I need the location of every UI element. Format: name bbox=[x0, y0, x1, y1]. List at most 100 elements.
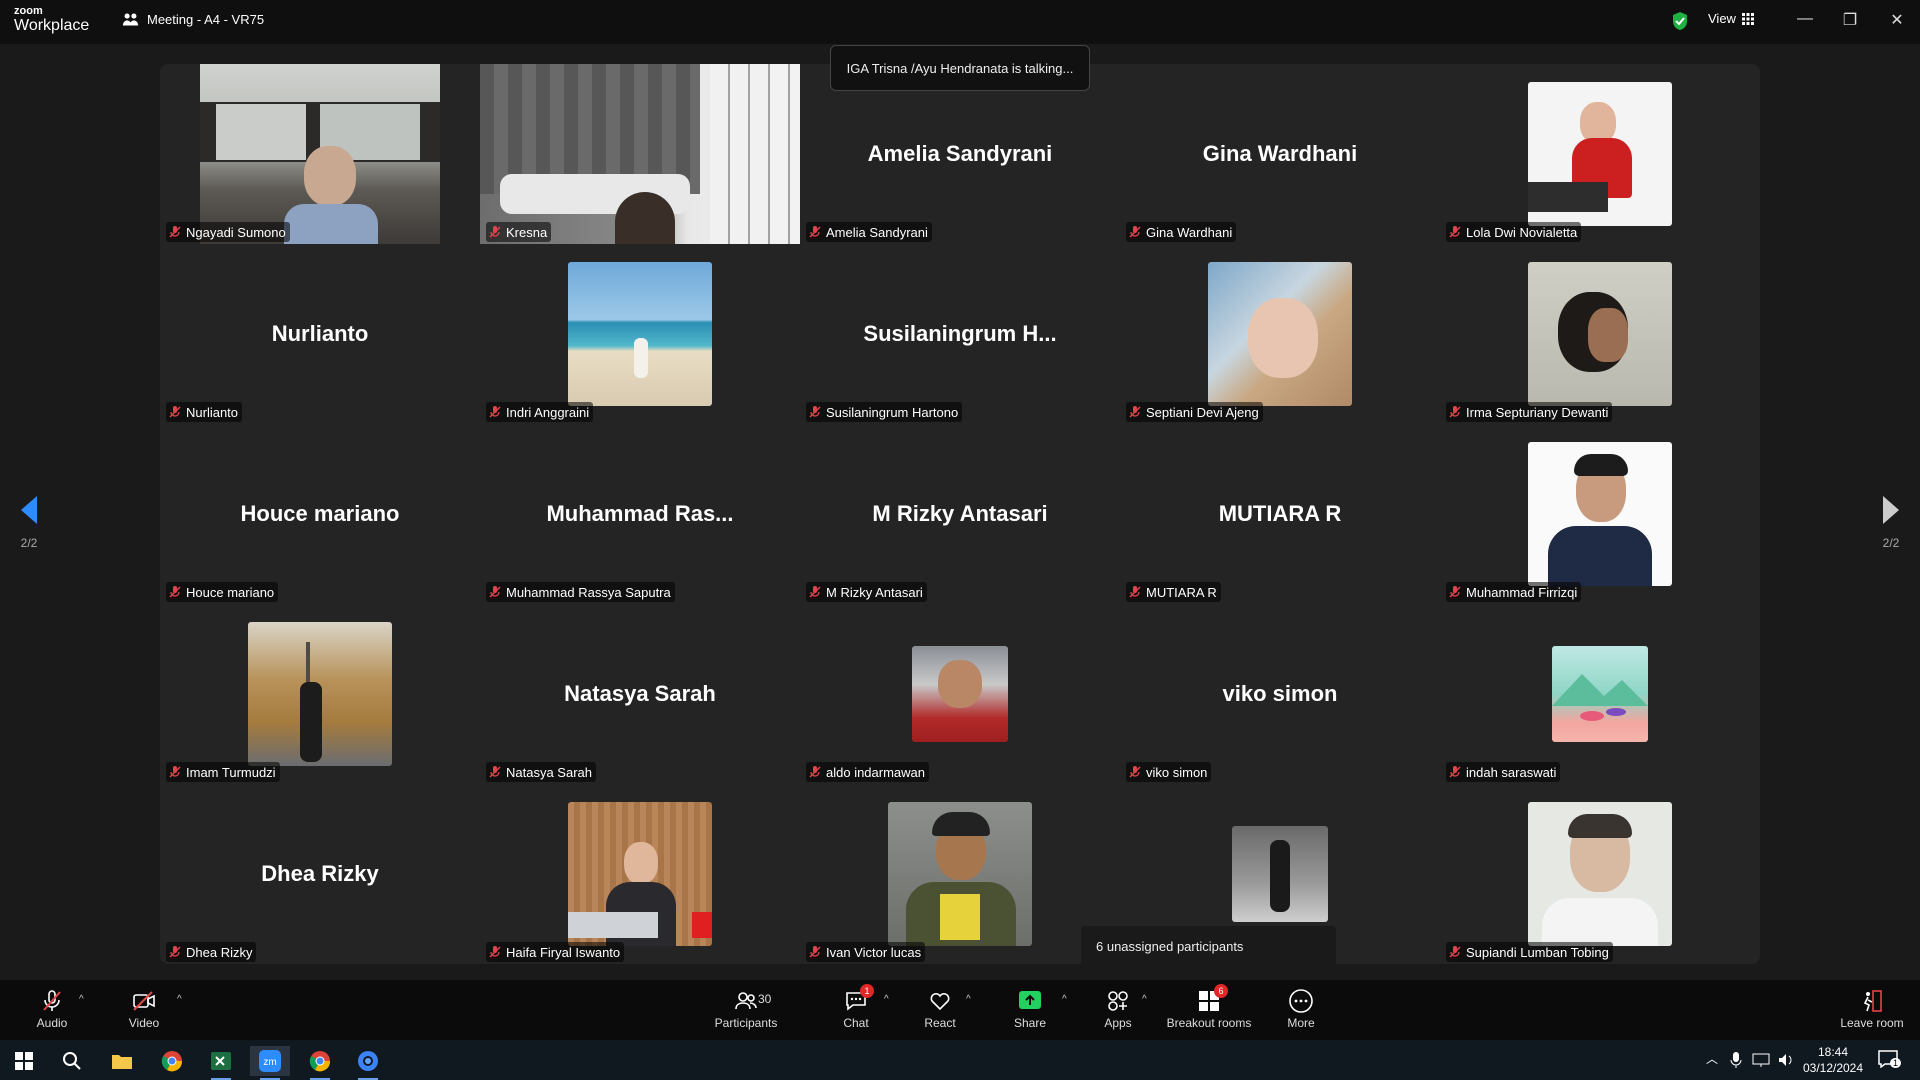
breakout-rooms-button[interactable]: 6 Breakout rooms bbox=[1164, 984, 1254, 1030]
participant-label: Amelia Sandyrani bbox=[806, 222, 932, 242]
view-label: View bbox=[1708, 11, 1736, 26]
volume-icon[interactable] bbox=[1778, 1052, 1794, 1068]
tray-overflow-icon[interactable]: ︿ bbox=[1706, 1050, 1718, 1067]
minimize-button[interactable]: — bbox=[1793, 10, 1817, 28]
participant-tile[interactable]: Amelia Sandyrani Amelia Sandyrani bbox=[800, 64, 1120, 244]
participant-label: viko simon bbox=[1126, 762, 1212, 782]
audio-options-caret-icon[interactable]: ^ bbox=[79, 994, 84, 1005]
leave-room-icon bbox=[1863, 990, 1882, 1012]
participant-avatar bbox=[1528, 82, 1672, 226]
participant-tile[interactable]: Muhammad Firrizqi bbox=[1440, 424, 1760, 604]
participant-label: Ivan Victor lucas bbox=[806, 942, 926, 962]
participant-tile[interactable]: Septiani Devi Ajeng bbox=[1120, 244, 1440, 424]
apps-options-caret-icon[interactable]: ^ bbox=[1142, 994, 1147, 1005]
participant-name: indah saraswati bbox=[1466, 764, 1557, 780]
participant-label: Muhammad Firrizqi bbox=[1446, 582, 1582, 602]
notifications-button[interactable]: 1 bbox=[1878, 1050, 1902, 1070]
participant-display-name: Amelia Sandyrani bbox=[867, 141, 1053, 166]
participant-name: Supiandi Lumban Tobing bbox=[1466, 944, 1609, 960]
mic-muted-icon bbox=[1449, 226, 1461, 238]
taskbar-search-button[interactable] bbox=[52, 1046, 92, 1076]
react-options-caret-icon[interactable]: ^ bbox=[966, 994, 971, 1005]
participant-tile[interactable]: aldo indarmawan bbox=[800, 604, 1120, 784]
meeting-info[interactable]: Meeting - A4 - VR75 bbox=[122, 11, 264, 28]
chat-options-caret-icon[interactable]: ^ bbox=[884, 994, 889, 1005]
participant-tile[interactable]: Supiandi Lumban Tobing bbox=[1440, 784, 1760, 964]
participant-name: Indri Anggraini bbox=[506, 404, 590, 420]
participant-tile[interactable]: Dhea Rizky Dhea Rizky bbox=[160, 784, 480, 964]
participant-name: Lola Dwi Novialetta bbox=[1466, 224, 1578, 240]
chrome-profile-button[interactable] bbox=[300, 1046, 340, 1080]
prev-page-button[interactable]: 2/2 bbox=[14, 496, 44, 550]
participant-name: Ivan Victor lucas bbox=[826, 944, 922, 960]
participant-tile[interactable]: Indri Anggraini bbox=[480, 244, 800, 424]
video-options-caret-icon[interactable]: ^ bbox=[177, 994, 182, 1005]
chat-badge: 1 bbox=[860, 984, 874, 998]
network-icon[interactable] bbox=[1752, 1052, 1770, 1068]
restore-button[interactable]: ❐ bbox=[1838, 10, 1862, 30]
chat-label: Chat bbox=[843, 1016, 869, 1030]
meeting-title: Meeting - A4 - VR75 bbox=[147, 12, 265, 27]
participants-button[interactable]: 30 Participants bbox=[706, 988, 786, 1030]
mic-muted-icon bbox=[1129, 586, 1141, 598]
video-button[interactable]: Video bbox=[104, 988, 184, 1030]
participant-name: viko simon bbox=[1146, 764, 1208, 780]
participant-tile[interactable]: Irma Septuriany Dewanti bbox=[1440, 244, 1760, 424]
share-options-caret-icon[interactable]: ^ bbox=[1062, 994, 1067, 1005]
notification-count: 1 bbox=[1890, 1058, 1902, 1068]
participant-name: M Rizky Antasari bbox=[826, 584, 923, 600]
search-icon bbox=[63, 1052, 81, 1070]
share-button[interactable]: Share bbox=[990, 988, 1070, 1030]
participant-tile[interactable]: Nurlianto Nurlianto bbox=[160, 244, 480, 424]
participant-tile[interactable]: Haifa Firyal Iswanto bbox=[480, 784, 800, 964]
browser-button[interactable] bbox=[348, 1046, 388, 1080]
unassigned-participants-popup[interactable]: 6 unassigned participants bbox=[1081, 926, 1336, 974]
excel-button[interactable] bbox=[201, 1046, 241, 1080]
participant-avatar bbox=[888, 802, 1032, 946]
participant-tile[interactable]: MUTIARA R MUTIARA R bbox=[1120, 424, 1440, 604]
participant-tile[interactable]: Kresna bbox=[480, 64, 800, 244]
next-page-button[interactable]: 2/2 bbox=[1876, 496, 1906, 550]
participant-avatar bbox=[1208, 262, 1352, 406]
taskbar-clock[interactable]: 18:44 03/12/2024 bbox=[1800, 1044, 1866, 1076]
logo-bottom: Workplace bbox=[14, 17, 90, 34]
encryption-shield-icon[interactable] bbox=[1671, 11, 1689, 31]
chrome-icon bbox=[161, 1051, 183, 1072]
participant-tile[interactable]: Natasya Sarah Natasya Sarah bbox=[480, 604, 800, 784]
participant-avatar bbox=[1552, 646, 1648, 742]
windows-start-button[interactable] bbox=[4, 1046, 44, 1076]
participant-avatar bbox=[1528, 262, 1672, 406]
chrome-button[interactable] bbox=[152, 1046, 192, 1076]
participant-tile[interactable]: Lola Dwi Novialetta bbox=[1440, 64, 1760, 244]
participant-video bbox=[200, 64, 440, 244]
participant-tile[interactable]: Susilaningrum H... Susilaningrum Hartono bbox=[800, 244, 1120, 424]
participant-tile[interactable]: Muhammad Ras... Muhammad Rassya Saputra bbox=[480, 424, 800, 604]
participant-tile[interactable]: Houce mariano Houce mariano bbox=[160, 424, 480, 604]
participant-tile[interactable]: M Rizky Antasari M Rizky Antasari bbox=[800, 424, 1120, 604]
participant-tile[interactable]: Imam Turmudzi bbox=[160, 604, 480, 784]
participant-label: Lola Dwi Novialetta bbox=[1446, 222, 1582, 242]
zoom-taskbar-button[interactable]: zm bbox=[250, 1046, 290, 1080]
participant-display-name: Muhammad Ras... bbox=[546, 501, 734, 526]
participant-tile[interactable]: Ivan Victor lucas bbox=[800, 784, 1120, 964]
windows-logo-icon bbox=[15, 1052, 33, 1070]
participant-name: Houce mariano bbox=[186, 584, 275, 600]
svg-text:zm: zm bbox=[263, 1057, 276, 1068]
close-button[interactable]: ✕ bbox=[1885, 10, 1909, 30]
folder-icon bbox=[112, 1055, 132, 1069]
participant-label: Nurlianto bbox=[166, 402, 243, 422]
leave-room-button[interactable]: Leave room bbox=[1830, 988, 1914, 1030]
page-indicator-left: 2/2 bbox=[20, 536, 38, 550]
participant-tile[interactable]: indah saraswati bbox=[1440, 604, 1760, 784]
participant-tile[interactable]: Ngayadi Sumono bbox=[160, 64, 480, 244]
apps-icon bbox=[1108, 991, 1128, 1011]
view-button[interactable]: View bbox=[1708, 11, 1754, 26]
more-button[interactable]: More bbox=[1261, 988, 1341, 1030]
participant-tile[interactable]: Gina Wardhani Gina Wardhani bbox=[1120, 64, 1440, 244]
participant-tile[interactable]: viko simon viko simon bbox=[1120, 604, 1440, 784]
mic-muted-icon bbox=[489, 946, 501, 958]
clock-date: 03/12/2024 bbox=[1802, 1061, 1864, 1075]
tray-mic-icon[interactable] bbox=[1730, 1052, 1742, 1068]
arrow-left-icon bbox=[21, 496, 37, 524]
file-explorer-button[interactable] bbox=[102, 1046, 142, 1076]
